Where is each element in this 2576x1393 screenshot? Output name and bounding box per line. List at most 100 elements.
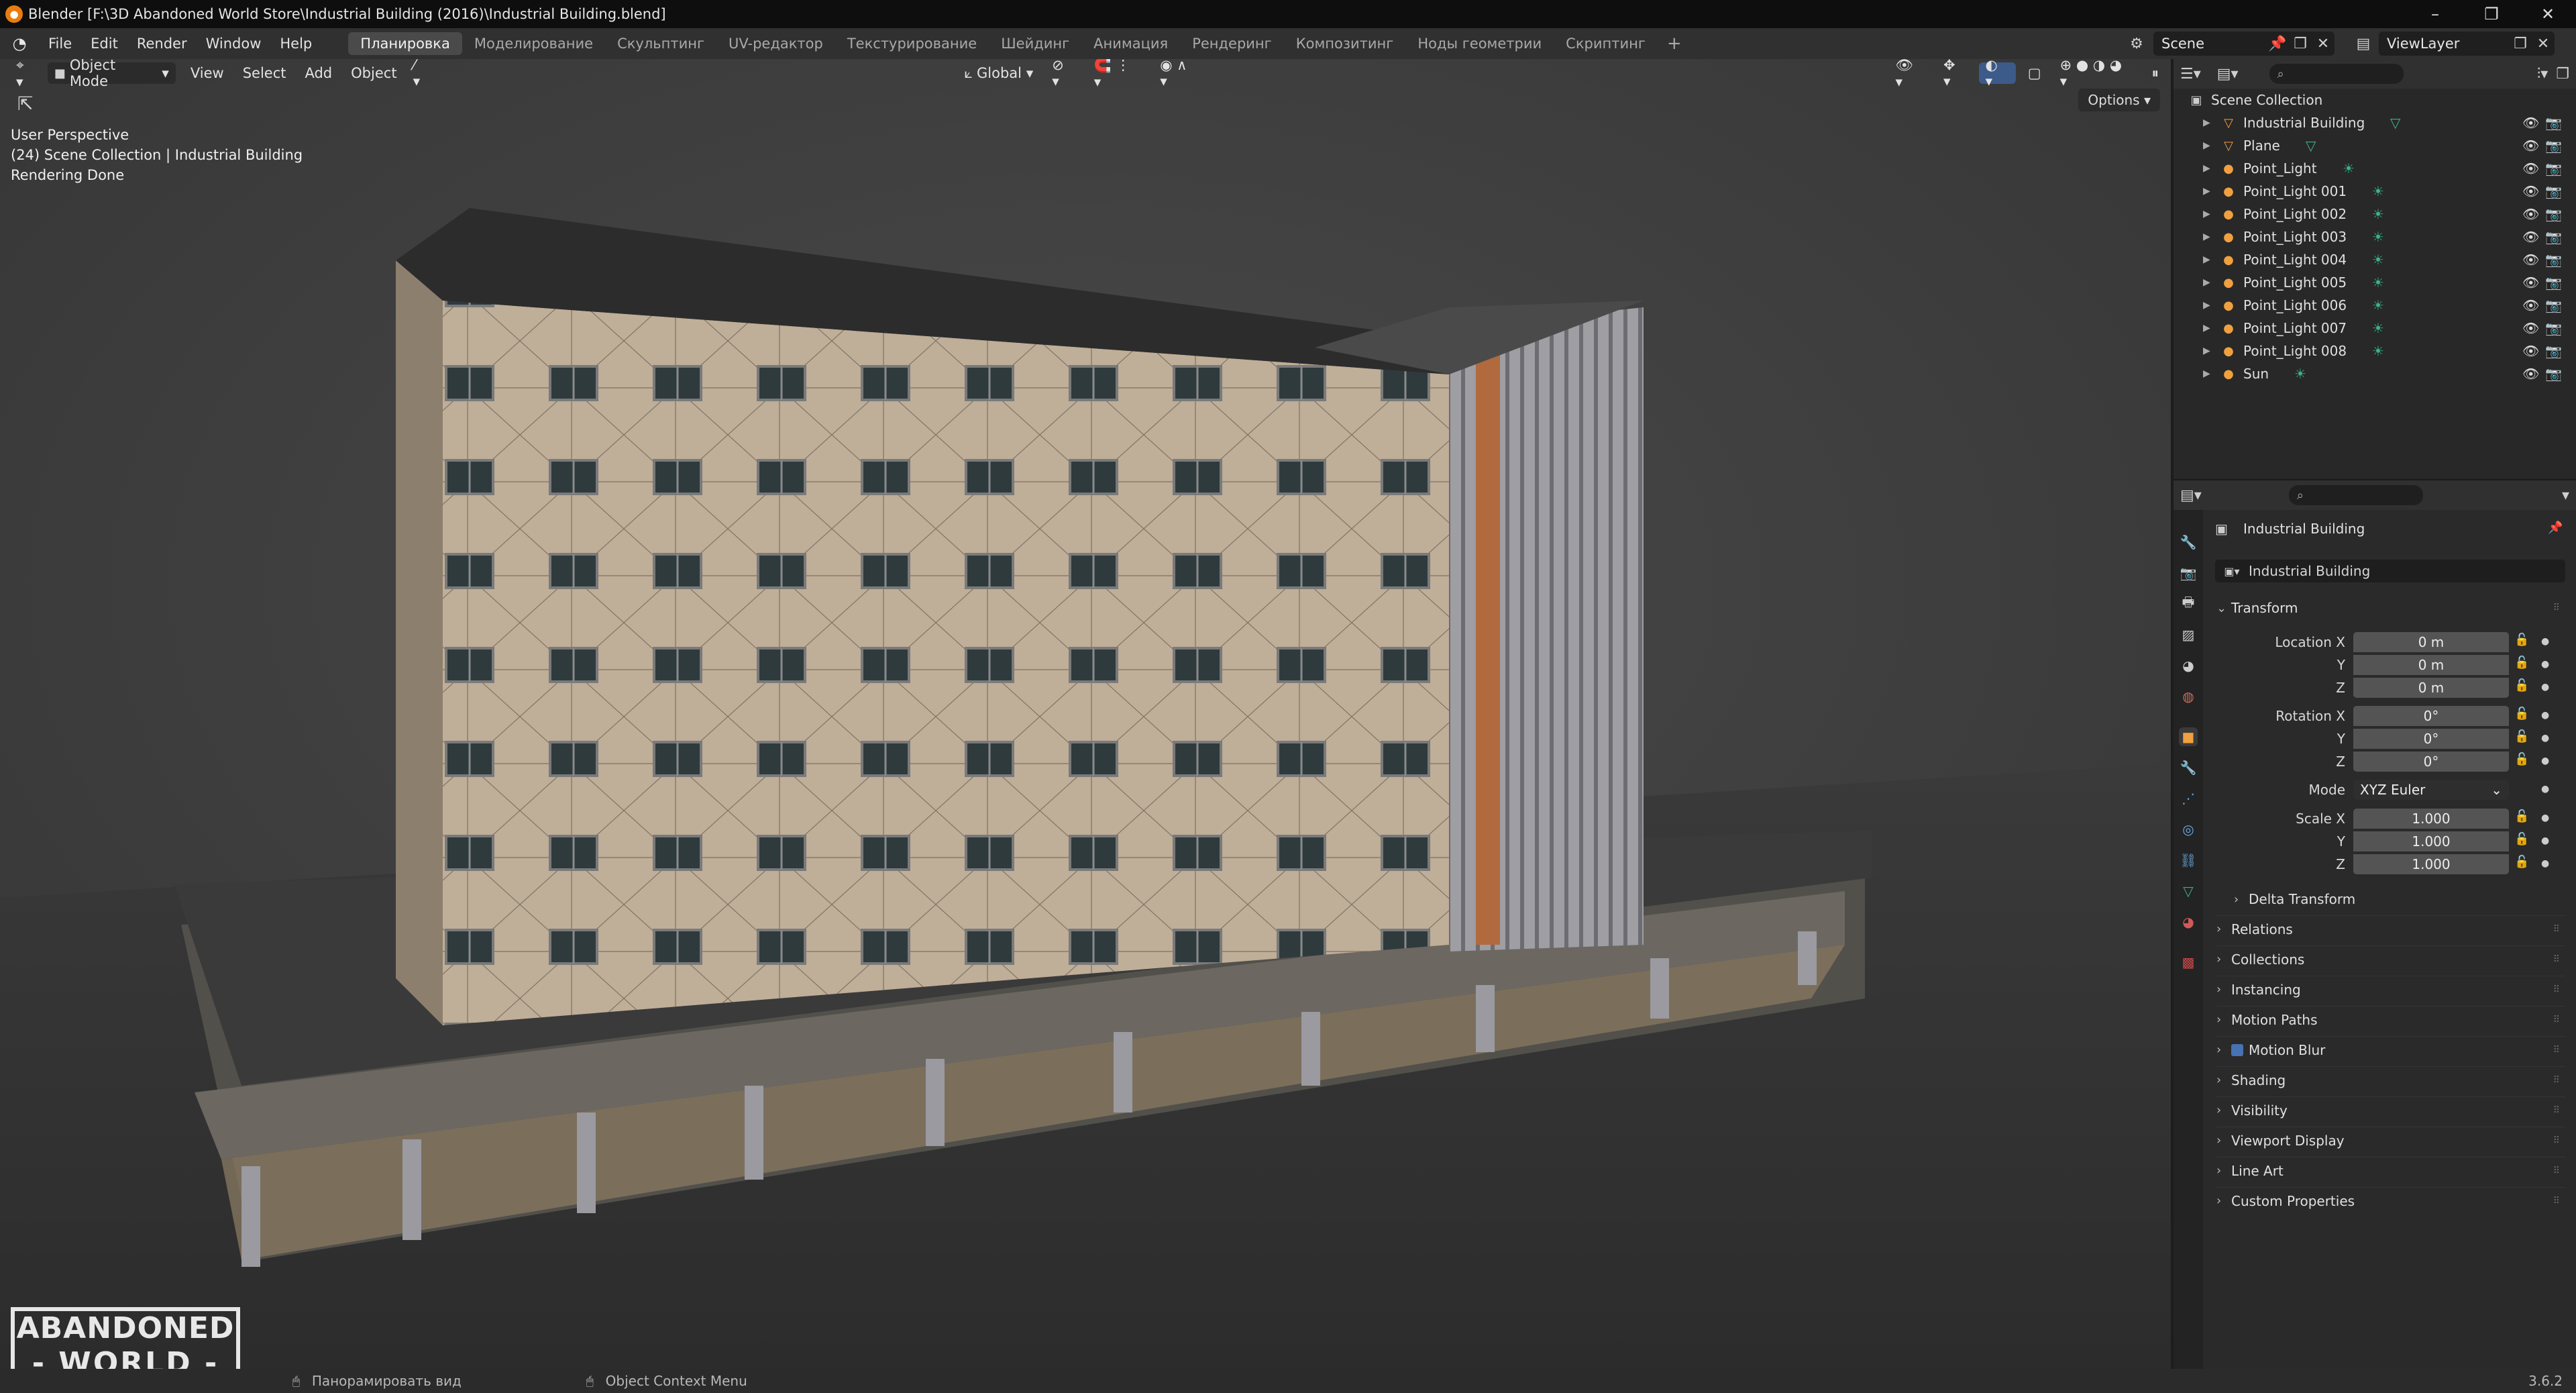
- filter-icon[interactable]: ⫶▾: [2537, 66, 2548, 83]
- camera-icon[interactable]: 📷: [2545, 183, 2562, 199]
- object-mode-dropdown[interactable]: ■ Object Mode ▾: [47, 59, 176, 89]
- data-sun-icon[interactable]: ☀: [2294, 366, 2306, 382]
- eye-icon[interactable]: 👁: [2522, 229, 2539, 245]
- outliner-scene-collection[interactable]: ▣ Scene Collection: [2174, 89, 2576, 111]
- eye-icon[interactable]: 👁: [2522, 252, 2539, 268]
- section-instancing[interactable]: › Instancing ⠿: [2216, 976, 2565, 1002]
- expand-arrow-icon[interactable]: ▶: [2203, 163, 2210, 174]
- data-light-icon[interactable]: ☀: [2372, 183, 2384, 199]
- section-motion-blur[interactable]: › Motion Blur ⠿: [2216, 1036, 2565, 1063]
- workspace-tab-modeling[interactable]: Моделирование: [462, 32, 605, 55]
- expand-arrow-icon[interactable]: ▶: [2203, 186, 2210, 197]
- data-mesh-icon[interactable]: ▽: [2390, 115, 2400, 131]
- camera-icon[interactable]: 📷: [2545, 115, 2562, 131]
- expand-arrow-icon[interactable]: ▶: [2203, 117, 2210, 128]
- lock-icon[interactable]: 🔓: [2514, 855, 2529, 869]
- keyframe-dot[interactable]: ●: [2541, 710, 2549, 721]
- workspace-tab-shading[interactable]: Шейдинг: [989, 32, 1081, 55]
- outliner-item[interactable]: ▶ ● Point_Light 006 👁 📷 ☀: [2174, 294, 2576, 317]
- expand-arrow-icon[interactable]: ▶: [2203, 368, 2210, 379]
- expand-arrow-icon[interactable]: ▶: [2203, 277, 2210, 288]
- new-collection-icon[interactable]: ❐: [2556, 66, 2569, 83]
- particles-tab-icon[interactable]: ⋰: [2179, 789, 2198, 808]
- view-layer-icon[interactable]: ▤: [2353, 34, 2373, 54]
- rotation-mode-dropdown[interactable]: XYZ Euler ⌄: [2353, 780, 2509, 800]
- keyframe-dot[interactable]: ●: [2541, 784, 2549, 794]
- menu-file[interactable]: File: [39, 36, 81, 52]
- menu-edit[interactable]: Edit: [81, 36, 127, 52]
- snap-icon[interactable]: 🧲 ⋮ ▾: [1087, 59, 1148, 90]
- render-tab-icon[interactable]: 📷: [2179, 564, 2198, 582]
- lock-icon[interactable]: 🔓: [2514, 707, 2529, 721]
- section-collections[interactable]: › Collections ⠿: [2216, 945, 2565, 972]
- scene-icon[interactable]: ⚙: [2127, 34, 2147, 54]
- data-light-icon[interactable]: ☀: [2372, 297, 2384, 313]
- outliner-item[interactable]: ▶ ● Point_Light 004 👁 📷 ☀: [2174, 248, 2576, 271]
- location-x-field[interactable]: 0 m: [2353, 632, 2509, 652]
- shading-mode-icons[interactable]: ⊕ ● ◑ ◕ ▾: [2053, 59, 2140, 89]
- camera-icon[interactable]: 📷: [2545, 297, 2562, 313]
- object-tab-icon[interactable]: ■: [2179, 727, 2198, 746]
- pin-icon[interactable]: 📌: [2266, 36, 2289, 52]
- outliner-item[interactable]: ▶ ● Point_Light 007 👁 📷 ☀: [2174, 317, 2576, 340]
- drag-handle-icon[interactable]: ⠿: [2553, 1045, 2560, 1055]
- menu-render[interactable]: Render: [127, 36, 197, 52]
- delta-transform-subpanel[interactable]: › Delta Transform: [2234, 886, 2565, 913]
- eye-icon[interactable]: 👁: [2522, 206, 2539, 222]
- eye-icon[interactable]: 👁: [2522, 343, 2539, 359]
- outliner-item[interactable]: ▶ ▽ Plane 👁 📷 ▽: [2174, 134, 2576, 157]
- view-layer-selector[interactable]: ViewLayer ❐ ✕: [2379, 32, 2555, 56]
- scale-x-field[interactable]: 1.000: [2353, 809, 2509, 829]
- view-layer-tab-icon[interactable]: ▨: [2179, 625, 2198, 644]
- camera-icon[interactable]: 📷: [2545, 138, 2562, 154]
- keyframe-dot[interactable]: ●: [2541, 682, 2549, 692]
- rotation-x-field[interactable]: 0°: [2353, 706, 2509, 726]
- expand-arrow-icon[interactable]: ▶: [2203, 254, 2210, 265]
- tool-tab-icon[interactable]: 🔧: [2179, 533, 2198, 552]
- pivot-point-icon[interactable]: ⊘ ▾: [1045, 59, 1082, 89]
- workspace-tab-animation[interactable]: Анимация: [1081, 32, 1180, 55]
- rotation-y-field[interactable]: 0°: [2353, 729, 2509, 749]
- viewport-menu-select[interactable]: Select: [233, 65, 296, 81]
- section-relations[interactable]: › Relations ⠿: [2216, 915, 2565, 942]
- outliner-item[interactable]: ▶ ● Point_Light 008 👁 📷 ☀: [2174, 340, 2576, 362]
- gizmo-icon[interactable]: ✥ ▾: [1937, 59, 1974, 89]
- scale-z-field[interactable]: 1.000: [2353, 854, 2509, 874]
- camera-icon[interactable]: 📷: [2545, 252, 2562, 268]
- lock-icon[interactable]: 🔓: [2514, 809, 2529, 823]
- keyframe-dot[interactable]: ●: [2541, 858, 2549, 869]
- visibility-icon[interactable]: 👁 ▾: [1889, 59, 1932, 90]
- outliner-item[interactable]: ▶ ● Point_Light 👁 📷 ☀: [2174, 157, 2576, 180]
- transform-tool-icon[interactable]: ⇱: [17, 93, 33, 115]
- expand-arrow-icon[interactable]: ▶: [2203, 300, 2210, 311]
- camera-icon[interactable]: 📷: [2545, 160, 2562, 176]
- viewport-menu-object[interactable]: Object: [341, 65, 406, 81]
- keyframe-dot[interactable]: ●: [2541, 756, 2549, 766]
- camera-icon[interactable]: 📷: [2545, 229, 2562, 245]
- keyframe-dot[interactable]: ●: [2541, 813, 2549, 823]
- output-tab-icon[interactable]: 🖶: [2179, 594, 2198, 613]
- editor-type-icon[interactable]: ⌖ ▾: [9, 59, 42, 90]
- viewport-menu-view[interactable]: View: [181, 65, 233, 81]
- location-z-field[interactable]: 0 m: [2353, 678, 2509, 698]
- outliner-search-input[interactable]: ⌕: [2269, 64, 2404, 84]
- eye-icon[interactable]: 👁: [2522, 160, 2539, 176]
- expand-arrow-icon[interactable]: ▶: [2203, 209, 2210, 219]
- lock-icon[interactable]: 🔓: [2514, 752, 2529, 766]
- scene-tab-icon[interactable]: ◕: [2179, 656, 2198, 675]
- viewport-menu-add[interactable]: Add: [295, 65, 341, 81]
- outliner-item[interactable]: ▶ ▽ Industrial Building 👁 📷 ▽: [2174, 111, 2576, 134]
- workspace-tab-layout[interactable]: Планировка: [348, 32, 462, 55]
- camera-icon[interactable]: 📷: [2545, 343, 2562, 359]
- remove-view-layer-icon[interactable]: ✕: [2532, 36, 2555, 52]
- eye-icon[interactable]: 👁: [2522, 115, 2539, 131]
- workspace-tab-compositing[interactable]: Композитинг: [1284, 32, 1406, 55]
- scale-y-field[interactable]: 1.000: [2353, 831, 2509, 852]
- eye-icon[interactable]: 👁: [2522, 366, 2539, 382]
- expand-arrow-icon[interactable]: ▶: [2203, 323, 2210, 333]
- lock-icon[interactable]: 🔓: [2514, 678, 2529, 692]
- section-viewport-display[interactable]: › Viewport Display ⠿: [2216, 1127, 2565, 1153]
- transform-section-header[interactable]: ⌄ Transform ⠿: [2216, 595, 2565, 621]
- data-tab-icon[interactable]: ▽: [2179, 882, 2198, 900]
- data-light-icon[interactable]: ☀: [2343, 160, 2355, 176]
